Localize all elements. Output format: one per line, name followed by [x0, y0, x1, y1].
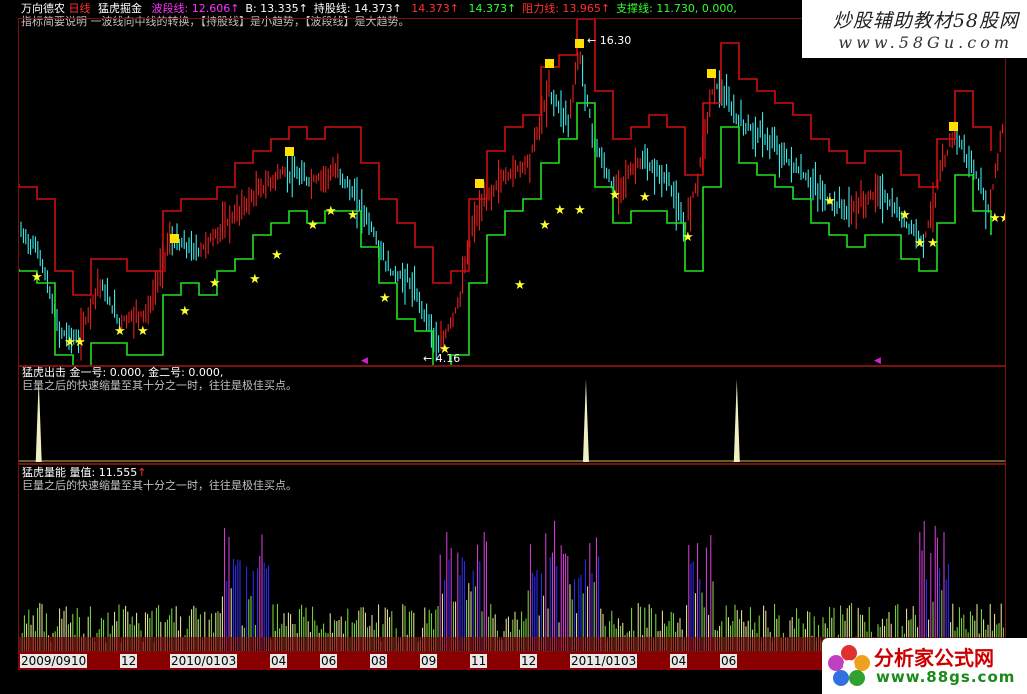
scroll-right-marker[interactable]: ◀ — [874, 356, 881, 366]
date-tick: 2009/09 — [20, 654, 72, 668]
svg-text:★: ★ — [249, 272, 261, 287]
tiger-volume-panel[interactable]: 猛虎量能 量值: 11.555↑ 巨量之后的快速缩量至其十分之一时，往往是极佳买… — [18, 464, 1006, 652]
price-panel[interactable]: ★ ★ ★ ★ ★ ★ ★ ★ ★ ★ ★ ★ ★ ★ ★ ★ ★ ★ ★ ★ ★ ★ ★ ★ ★ ★ ★ ← 16.30 ← 4.… — [18, 18, 1006, 366]
svg-text:★: ★ — [325, 204, 337, 219]
svg-text:★: ★ — [927, 236, 939, 251]
svg-text:★: ★ — [347, 208, 359, 223]
indicator-value-0: 波段线: 12.606↑ — [151, 2, 240, 15]
date-tick: 04 — [270, 654, 288, 668]
svg-text:★: ★ — [609, 188, 621, 203]
svg-text:★: ★ — [271, 248, 283, 263]
panel2-desc: 巨量之后的快速缩量至其十分之一时，往往是极佳买点。 — [22, 379, 297, 392]
indicator-value-5: 阻力线: 13.965↑ — [522, 2, 611, 15]
svg-text:★: ★ — [824, 194, 836, 209]
date-tick: 11 — [470, 654, 488, 668]
date-tick: 2010/01 — [170, 654, 222, 668]
tiger-attack-panel[interactable]: 猛虎出击 金一号: 0.000, 金二号: 0.000, 巨量之后的快速缩量至其… — [18, 366, 1006, 464]
date-tick: 06 — [320, 654, 338, 668]
svg-text:★: ★ — [379, 291, 391, 306]
svg-text:★: ★ — [114, 324, 126, 339]
stock-name: 万向德农 — [21, 2, 65, 15]
indicator-values: 波段线: 12.606↑ B: 13.335↑ 持股线: 14.373↑ 14.37… — [146, 2, 737, 15]
date-tick: 06 — [720, 654, 738, 668]
indicator-value-1: B: 13.335↑ — [245, 2, 308, 15]
date-tick: 12 — [120, 654, 138, 668]
svg-text:★: ★ — [639, 190, 651, 205]
svg-text:★: ★ — [74, 335, 86, 350]
date-tick: 08 — [370, 654, 388, 668]
svg-text:★: ★ — [539, 218, 551, 233]
watermark-88gs: 分析家公式网 www.88gs.com — [822, 638, 1027, 694]
svg-text:★: ★ — [999, 211, 1005, 226]
scroll-left-marker[interactable]: ◀ — [361, 356, 368, 366]
svg-text:★: ★ — [137, 324, 149, 339]
date-tick: 03 — [620, 654, 638, 668]
low-annotation: ← 4.16 — [423, 352, 461, 365]
indicator-name[interactable]: 猛虎掘金 — [98, 2, 142, 15]
price-chart: ★★★★ ★★★ ★★★★ ★★★★★★ ★★ ★★★★★ ★★★ — [19, 19, 1005, 365]
date-tick: 03 — [220, 654, 238, 668]
flower-logo-icon — [828, 645, 870, 686]
panel2-header: 猛虎出击 金一号: 0.000, 金二号: 0.000, — [22, 366, 224, 379]
chart-window: 万向德农 日线 猛虎掘金 波段线: 12.606↑ B: 13.335↑ 持股线: … — [0, 0, 1027, 694]
high-annotation: ← 16.30 — [587, 34, 632, 47]
date-tick: 10 — [70, 654, 88, 668]
svg-text:★: ★ — [554, 203, 566, 218]
tiger-volume-chart — [19, 520, 1004, 651]
date-tick: 2011/01 — [570, 654, 622, 668]
date-tick: 04 — [670, 654, 688, 668]
svg-text:★: ★ — [914, 236, 926, 251]
header-line: 万向德农 日线 猛虎掘金 波段线: 12.606↑ B: 13.335↑ 持股线: … — [21, 2, 737, 15]
panel3-header: 猛虎量能 量值: 11.555↑ — [22, 466, 147, 479]
panel3-desc: 巨量之后的快速缩量至其十分之一时，往往是极佳买点。 — [22, 479, 297, 492]
svg-text:★: ★ — [514, 278, 526, 293]
indicator-value-3: 14.373↑ — [407, 2, 460, 15]
indicator-value-6: 支撑线: 11.730, 0.000, — [616, 2, 737, 15]
indicator-value-2: 持股线: 14.373↑ — [313, 2, 402, 15]
svg-text:★: ★ — [682, 230, 694, 245]
svg-text:★: ★ — [31, 270, 43, 285]
svg-text:★: ★ — [307, 218, 319, 233]
date-tick: 12 — [520, 654, 538, 668]
svg-text:★: ★ — [574, 203, 586, 218]
watermark-58gu: 炒股辅助教材58股网 www.58Gu.com — [802, 0, 1027, 58]
date-tick: 09 — [420, 654, 438, 668]
svg-text:★: ★ — [899, 208, 911, 223]
period-label[interactable]: 日线 — [69, 2, 91, 15]
svg-text:★: ★ — [179, 304, 191, 319]
indicator-value-4: 14.373↑ — [465, 2, 517, 15]
svg-text:★: ★ — [209, 276, 221, 291]
